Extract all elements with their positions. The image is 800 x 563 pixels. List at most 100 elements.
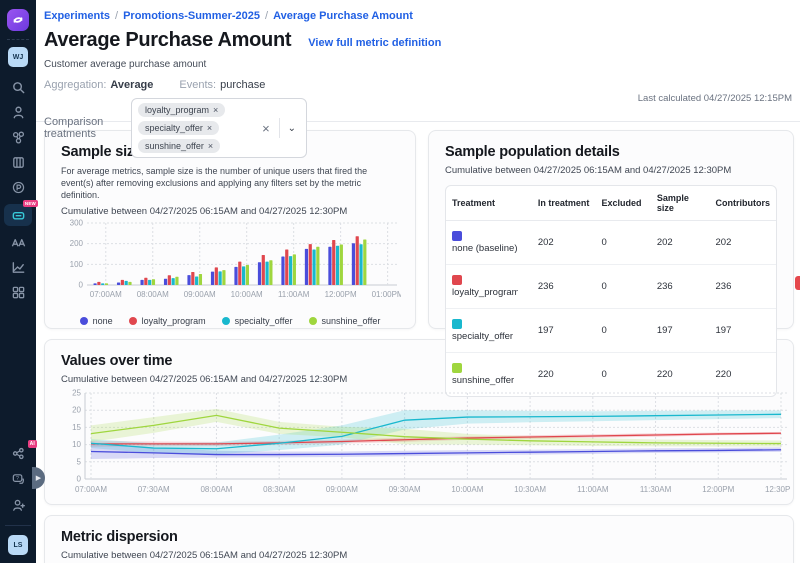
svg-text:300: 300 [70, 219, 84, 228]
page-header: Experiments / Promotions-Summer-2025 / A… [36, 0, 800, 122]
table-row[interactable]: specialty_offer1970197197 [446, 309, 776, 353]
legend-color-dot [129, 317, 137, 325]
svg-text:15: 15 [72, 423, 81, 432]
legend-label: none [93, 316, 113, 326]
aggregation-value: Average [110, 79, 153, 91]
svg-text:10:30AM: 10:30AM [514, 485, 546, 494]
workspace-avatar[interactable]: WJ [8, 47, 28, 67]
svg-text:11:30AM: 11:30AM [640, 485, 672, 494]
insights-icon[interactable] [6, 259, 30, 276]
legend-item[interactable]: loyalty_program [129, 316, 206, 326]
card-cumulative: Cumulative between 04/27/2025 06:15AM an… [61, 550, 777, 561]
svg-text:01:00PM: 01:00PM [372, 290, 401, 299]
treatment-chip[interactable]: specialty_offer× [138, 121, 219, 135]
population-table: Treatment In treatment Excluded Sample s… [445, 185, 777, 397]
values-line-chart[interactable]: 051015202507:00AM07:30AM08:00AM08:30AM09… [61, 389, 791, 501]
svg-text:0: 0 [77, 475, 82, 484]
col-excluded: Excluded [596, 186, 651, 221]
app-window: WJ [0, 0, 800, 563]
columns-icon[interactable] [6, 154, 30, 171]
in-treatment-value: 236 [532, 265, 596, 309]
ai-assist-icon[interactable]: AI [6, 445, 30, 462]
sample-size-bar-chart[interactable]: 010020030007:00AM08:00AM09:00AM10:00AM11… [61, 217, 401, 309]
svg-text:08:00AM: 08:00AM [200, 485, 232, 494]
treatment-name: loyalty_program [452, 287, 518, 298]
legend-item[interactable]: sunshine_offer [309, 316, 381, 326]
col-in-treatment: In treatment [532, 186, 596, 221]
breadcrumb-metric-name[interactable]: Average Purchase Amount [273, 10, 413, 22]
invite-user-icon[interactable] [6, 497, 30, 514]
right-panel-tab[interactable] [795, 276, 800, 290]
svg-text:0: 0 [79, 281, 84, 290]
sidebar-bottom: AI ? LS [0, 445, 36, 563]
statsig-logo-icon[interactable] [7, 9, 29, 31]
card-note: For average metrics, sample size is the … [61, 165, 399, 201]
treatment-color-swatch [452, 319, 462, 329]
svg-text:11:00AM: 11:00AM [577, 485, 609, 494]
excluded-value: 0 [596, 309, 651, 353]
col-contributors: Contributors [710, 186, 777, 221]
treatment-chip[interactable]: sunshine_offer × [138, 139, 220, 153]
svg-text:10:00AM: 10:00AM [231, 290, 263, 299]
legend-item[interactable]: none [80, 316, 113, 326]
treatment-color-swatch [452, 363, 462, 373]
metric-meta: Aggregation: Average Events: purchase [44, 79, 792, 91]
chip-remove-icon[interactable]: × [207, 123, 212, 133]
last-calculated: Last calculated 04/27/2025 12:15PM [638, 93, 792, 104]
treatment-name: specialty_offer [452, 331, 513, 342]
holdouts-icon[interactable] [6, 234, 30, 251]
chevron-down-icon[interactable]: ⌄ [284, 123, 300, 134]
treatment-selector[interactable]: loyalty_program× specialty_offer× sunshine… [131, 98, 307, 158]
population-table-body: none (baseline)2020202202loyalty_program… [446, 221, 776, 396]
legend-item[interactable]: specialty_offer [222, 316, 293, 326]
table-row[interactable]: none (baseline)2020202202 [446, 221, 776, 265]
support-chat-icon[interactable]: ? [6, 471, 30, 488]
legend-color-dot [309, 317, 317, 325]
search-icon[interactable] [6, 79, 30, 96]
breadcrumb-experiments[interactable]: Experiments [44, 10, 110, 22]
svg-text:25: 25 [72, 389, 81, 398]
svg-text:12:00PM: 12:00PM [702, 485, 734, 494]
metric-description: Customer average purchase amount [44, 59, 792, 70]
svg-text:20: 20 [72, 406, 81, 415]
aggregation-label: Aggregation: [44, 79, 106, 91]
treatment-chip-label: sunshine_offer [145, 141, 204, 151]
legend-color-dot [222, 317, 230, 325]
excluded-value: 0 [596, 221, 651, 265]
svg-text:200: 200 [70, 240, 84, 249]
sidebar-bottom-divider [5, 525, 31, 526]
chip-remove-icon[interactable]: × [213, 105, 218, 115]
pulse-icon[interactable] [6, 179, 30, 196]
treatment-chip[interactable]: loyalty_program× [138, 103, 225, 117]
breadcrumb-experiment-name[interactable]: Promotions-Summer-2025 [123, 10, 260, 22]
experiments-icon[interactable]: NEW [4, 204, 32, 226]
table-row[interactable]: loyalty_program2360236236 [446, 265, 776, 309]
in-treatment-value: 202 [532, 221, 596, 265]
population-card: Sample population details Cumulative bet… [428, 130, 794, 329]
svg-text:08:30AM: 08:30AM [263, 485, 295, 494]
main-content: Experiments / Promotions-Summer-2025 / A… [36, 0, 800, 563]
events-label: Events: [179, 79, 216, 91]
chip-remove-icon[interactable]: × [208, 141, 213, 151]
events-value: purchase [220, 79, 265, 91]
users-icon[interactable] [6, 104, 30, 121]
svg-text:09:30AM: 09:30AM [389, 485, 421, 494]
apps-icon[interactable] [6, 284, 30, 301]
svg-text:12:00PM: 12:00PM [325, 290, 357, 299]
sample-size-card: Sample size over time For average metric… [44, 130, 416, 329]
network-icon[interactable] [6, 129, 30, 146]
clear-all-icon[interactable]: × [257, 121, 275, 136]
sidebar: WJ [0, 0, 36, 563]
svg-text:08:00AM: 08:00AM [137, 290, 169, 299]
user-avatar[interactable]: LS [8, 535, 28, 555]
contributors-value: 202 [710, 221, 777, 265]
svg-text:07:30AM: 07:30AM [138, 485, 170, 494]
in-treatment-value: 197 [532, 309, 596, 353]
comparison-row: Comparison treatments loyalty_program×sp… [44, 98, 792, 158]
col-sample-size: Sample size [651, 186, 710, 221]
card-cumulative: Cumulative between 04/27/2025 06:15AM an… [445, 165, 777, 176]
contributors-value: 197 [710, 309, 777, 353]
svg-text:07:00AM: 07:00AM [75, 485, 107, 494]
view-metric-definition-link[interactable]: View full metric definition [308, 37, 441, 49]
treatment-color-swatch [452, 231, 462, 241]
